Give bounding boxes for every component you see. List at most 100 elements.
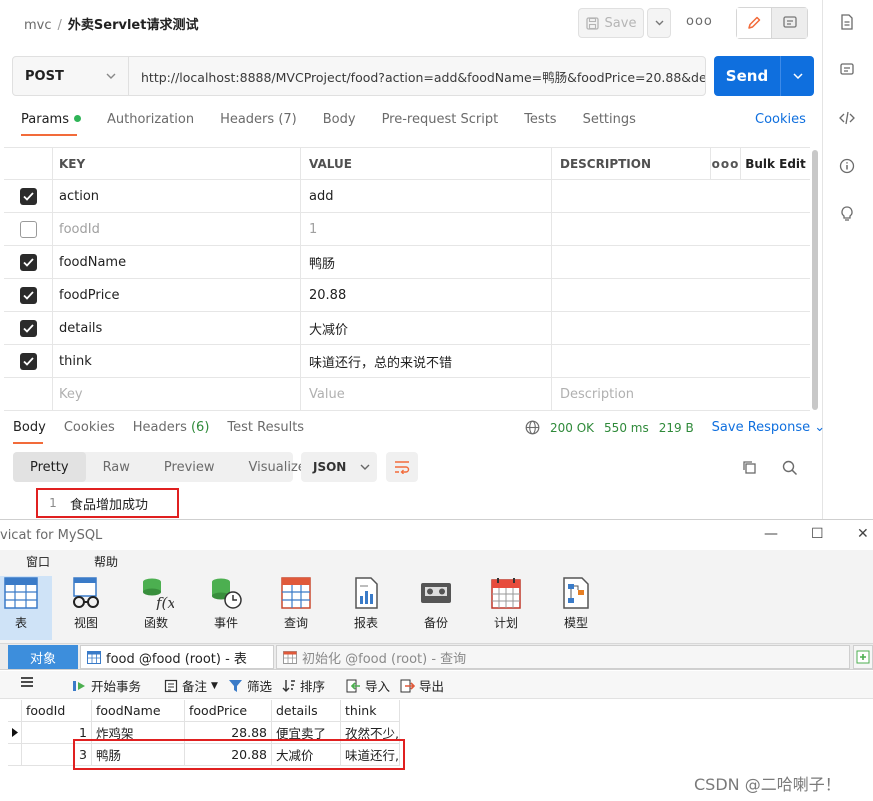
param-value[interactable]: 鸭肠 [300,246,551,278]
comments-icon[interactable] [837,60,857,80]
begin-transaction-button[interactable]: 开始事务 [72,676,141,695]
tool-backup[interactable]: 备份 [408,576,464,640]
breadcrumb-collection[interactable]: mvc [24,18,52,33]
param-checkbox[interactable] [19,352,37,370]
more-actions-button[interactable]: ooo [686,14,713,29]
tool-table[interactable]: 表 [0,576,52,640]
new-description-input[interactable]: Description [551,378,810,410]
tool-model[interactable]: 模型 [548,576,604,640]
status-code[interactable]: 200 OK [550,421,594,435]
scrollbar[interactable] [812,150,818,410]
param-checkbox[interactable] [19,187,37,205]
search-icon[interactable] [782,460,798,476]
tab-tests[interactable]: Tests [524,112,556,132]
param-checkbox[interactable] [19,220,37,238]
filter-button[interactable]: 筛选 [228,676,272,695]
param-value[interactable]: 大减价 [300,312,551,344]
view-pretty[interactable]: Pretty [13,452,86,482]
wrap-lines-button[interactable] [386,452,418,482]
tab-init-query[interactable]: 初始化 @food (root) - 查询 [276,645,850,669]
tool-schedule[interactable]: 计划 [478,576,534,640]
param-description[interactable] [551,213,810,245]
method-select[interactable]: POST [13,57,129,95]
new-value-input[interactable]: Value [300,378,551,410]
param-description[interactable] [551,180,810,212]
edit-mode-button[interactable] [737,8,773,38]
view-preview[interactable]: Preview [147,452,232,482]
param-value[interactable]: add [300,180,551,212]
param-key[interactable]: think [52,345,300,377]
tool-report[interactable]: 报表 [338,576,394,640]
response-size[interactable]: 219 B [659,421,694,435]
param-checkbox[interactable] [19,286,37,304]
tab-response-headers[interactable]: Headers (6) [133,420,210,435]
tool-function[interactable]: f(x) 函数 [128,576,184,640]
tab-params[interactable]: Params [21,112,81,132]
bulk-edit-button[interactable]: Bulk Edit [740,148,810,179]
col-header[interactable]: details [272,700,341,721]
col-header[interactable]: foodPrice [185,700,272,721]
globe-icon[interactable] [525,420,540,435]
minimize-button[interactable]: — [764,526,778,542]
close-button[interactable]: ✕ [857,526,869,542]
view-raw[interactable]: Raw [86,452,147,482]
new-key-input[interactable]: Key [52,378,300,410]
param-checkbox[interactable] [19,253,37,271]
send-label[interactable]: Send [714,56,780,96]
code-icon[interactable] [837,108,857,128]
menu-hamburger-icon[interactable] [20,676,34,688]
param-description[interactable] [551,279,810,311]
import-button[interactable]: 导入 [346,676,390,695]
param-key[interactable]: action [52,180,300,212]
column-options-button[interactable]: ooo [710,148,740,179]
format-select[interactable]: JSON [301,452,377,482]
tab-headers[interactable]: Headers (7) [220,112,297,132]
param-key[interactable]: foodId [52,213,300,245]
param-description[interactable] [551,246,810,278]
param-value[interactable]: 1 [300,213,551,245]
tab-settings[interactable]: Settings [583,112,636,132]
tab-response-cookies[interactable]: Cookies [64,420,115,435]
param-value[interactable]: 味道还行，总的来说不错 [300,345,551,377]
param-value[interactable]: 20.88 [300,279,551,311]
tab-test-results[interactable]: Test Results [227,420,304,435]
export-button[interactable]: 导出 [400,676,444,695]
request-title[interactable]: 外卖Servlet请求测试 [68,18,199,33]
info-icon[interactable] [837,156,857,176]
sort-button[interactable]: 排序 [282,676,325,695]
tool-query[interactable]: 查询 [268,576,324,640]
param-key[interactable]: foodName [52,246,300,278]
tab-food-table[interactable]: food @food (root) - 表 [80,645,274,669]
param-description[interactable] [551,312,810,344]
doc-mode-button[interactable] [772,8,807,38]
col-header[interactable]: foodId [22,700,92,721]
new-tab-button[interactable] [853,645,873,669]
save-dropdown-button[interactable] [647,8,671,38]
cookies-link[interactable]: Cookies [755,112,806,127]
param-key[interactable]: foodPrice [52,279,300,311]
save-response-button[interactable]: Save Response ⌄ [712,420,826,435]
tab-authorization[interactable]: Authorization [107,112,194,132]
document-icon[interactable] [837,12,857,32]
url-input[interactable]: http://localhost:8888/MVCProject/food?ac… [129,57,705,95]
param-key[interactable]: details [52,312,300,344]
tool-event[interactable]: 事件 [198,576,254,640]
param-checkbox[interactable] [19,319,37,337]
menu-window[interactable]: 窗口 [26,553,50,570]
tab-response-body[interactable]: Body [13,420,46,435]
maximize-button[interactable]: ☐ [811,526,824,542]
tab-objects[interactable]: 对象 [8,645,78,669]
tool-view[interactable]: 视图 [58,576,114,640]
col-header[interactable]: think [341,700,400,721]
menu-help[interactable]: 帮助 [94,553,118,570]
response-time[interactable]: 550 ms [604,421,649,435]
send-dropdown[interactable] [780,56,814,96]
col-header[interactable]: foodName [92,700,185,721]
param-description[interactable] [551,345,810,377]
copy-icon[interactable] [742,460,757,475]
note-button[interactable]: 备注 ▼ [164,676,218,695]
tab-body[interactable]: Body [323,112,356,132]
lightbulb-icon[interactable] [837,204,857,224]
save-button[interactable]: Save [578,8,644,38]
tab-pre-request-script[interactable]: Pre-request Script [382,112,499,132]
